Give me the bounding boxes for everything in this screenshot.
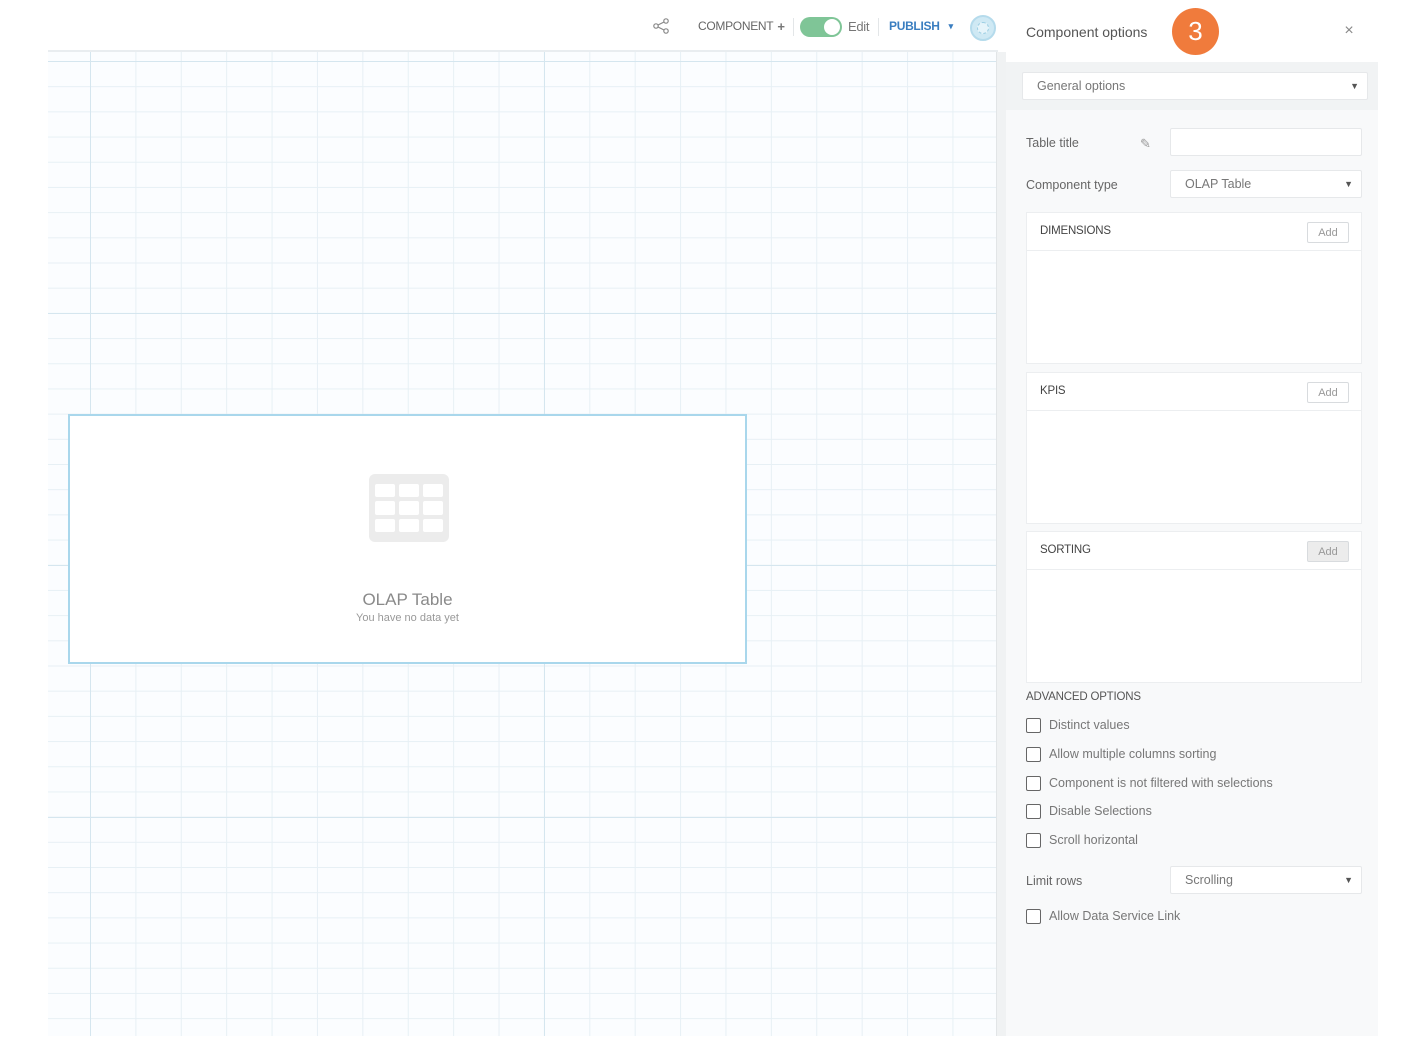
data-service-link-option[interactable]: Allow Data Service Link xyxy=(1026,907,1180,925)
component-empty-message: You have no data yet xyxy=(356,612,459,624)
edit-label: Edit xyxy=(848,18,870,34)
panel-header: Component options 3 × xyxy=(1006,0,1378,62)
checkbox-label: Disable Selections xyxy=(1049,804,1152,818)
checkbox-label: Distinct values xyxy=(1049,718,1130,732)
checkbox[interactable] xyxy=(1026,717,1041,733)
checkbox[interactable] xyxy=(1026,775,1041,791)
caret-down-icon: ▾ xyxy=(948,20,954,31)
checkbox[interactable] xyxy=(1026,908,1041,924)
checkbox[interactable] xyxy=(1026,746,1041,762)
share-icon[interactable] xyxy=(651,0,671,52)
disable-selections-option[interactable]: Disable Selections xyxy=(1026,802,1152,820)
table-title-label: Table title xyxy=(1026,136,1079,150)
component-type-select[interactable]: OLAP Table ▼ xyxy=(1170,170,1362,198)
dropdown-arrow-icon: ▼ xyxy=(1344,875,1353,885)
checkbox-label: Component is not filtered with selection… xyxy=(1049,776,1273,790)
options-section-value: General options xyxy=(1037,79,1126,93)
checkbox[interactable] xyxy=(1026,832,1041,848)
checkbox-label: Allow Data Service Link xyxy=(1049,909,1181,923)
dropdown-arrow-icon: ▼ xyxy=(1344,179,1353,189)
toolbar-divider xyxy=(878,18,879,36)
kpis-box: KPIS Add xyxy=(1026,372,1362,524)
not-filtered-option[interactable]: Component is not filtered with selection… xyxy=(1026,774,1273,792)
edit-mode-toggle[interactable] xyxy=(800,17,842,37)
checkbox-label: Allow multiple columns sorting xyxy=(1049,747,1217,761)
component-type-value: OLAP Table xyxy=(1185,177,1252,191)
user-avatar[interactable] xyxy=(970,15,996,41)
editor-toolbar: COMPONENT + Edit PUBLISH ▾ xyxy=(48,0,998,52)
component-title: OLAP Table xyxy=(362,590,453,609)
canvas-scrollbar[interactable] xyxy=(996,52,1006,1036)
dropdown-arrow-icon: ▼ xyxy=(1350,81,1359,91)
component-type-label: Component type xyxy=(1026,178,1118,192)
dimensions-title: DIMENSIONS xyxy=(1040,225,1111,237)
add-dimension-button[interactable]: Add xyxy=(1307,222,1349,243)
pencil-icon[interactable]: ✎ xyxy=(1140,136,1151,152)
dashboard-editor: COMPONENT + Edit PUBLISH ▾ OLAP Table Yo… xyxy=(0,0,1404,1051)
scroll-horizontal-option[interactable]: Scroll horizontal xyxy=(1026,831,1138,849)
dimensions-box: DIMENSIONS Add xyxy=(1026,212,1362,364)
toolbar-divider xyxy=(793,18,794,36)
publish-button[interactable]: PUBLISH ▾ xyxy=(889,0,953,52)
step-badge: 3 xyxy=(1172,8,1219,55)
sorting-header: SORTING Add xyxy=(1027,532,1361,570)
multi-column-sorting-option[interactable]: Allow multiple columns sorting xyxy=(1026,745,1216,763)
distinct-values-option[interactable]: Distinct values xyxy=(1026,716,1130,734)
add-kpi-button[interactable]: Add xyxy=(1307,382,1349,403)
limit-rows-value: Scrolling xyxy=(1185,873,1233,887)
table-title-input[interactable] xyxy=(1170,128,1362,156)
kpis-header: KPIS Add xyxy=(1027,373,1361,411)
add-sorting-button[interactable]: Add xyxy=(1307,541,1349,562)
sorting-title: SORTING xyxy=(1040,544,1091,556)
limit-rows-select[interactable]: Scrolling ▼ xyxy=(1170,866,1362,894)
checkbox[interactable] xyxy=(1026,803,1041,819)
dimensions-header: DIMENSIONS Add xyxy=(1027,213,1361,251)
options-section-select[interactable]: General options ▼ xyxy=(1022,72,1368,100)
close-icon[interactable]: × xyxy=(1340,22,1358,42)
toggle-knob xyxy=(824,19,840,35)
sorting-box: SORTING Add xyxy=(1026,531,1362,683)
avatar-image xyxy=(977,22,989,34)
component-options-panel: Component options 3 × General options ▼ … xyxy=(1006,0,1378,1036)
kpis-title: KPIS xyxy=(1040,385,1066,397)
plus-icon: + xyxy=(777,18,785,34)
add-component-label: COMPONENT xyxy=(698,19,774,33)
advanced-options-title: ADVANCED OPTIONS xyxy=(1026,691,1141,703)
table-grid-icon xyxy=(369,474,449,542)
checkbox-label: Scroll horizontal xyxy=(1049,833,1138,847)
limit-rows-label: Limit rows xyxy=(1026,874,1083,888)
section-selector-bar: General options ▼ xyxy=(1006,62,1378,110)
olap-table-component[interactable]: OLAP Table You have no data yet xyxy=(68,414,747,664)
publish-label: PUBLISH xyxy=(889,19,940,33)
add-component-button[interactable]: COMPONENT + xyxy=(698,0,785,52)
panel-title: Component options xyxy=(1026,24,1148,40)
